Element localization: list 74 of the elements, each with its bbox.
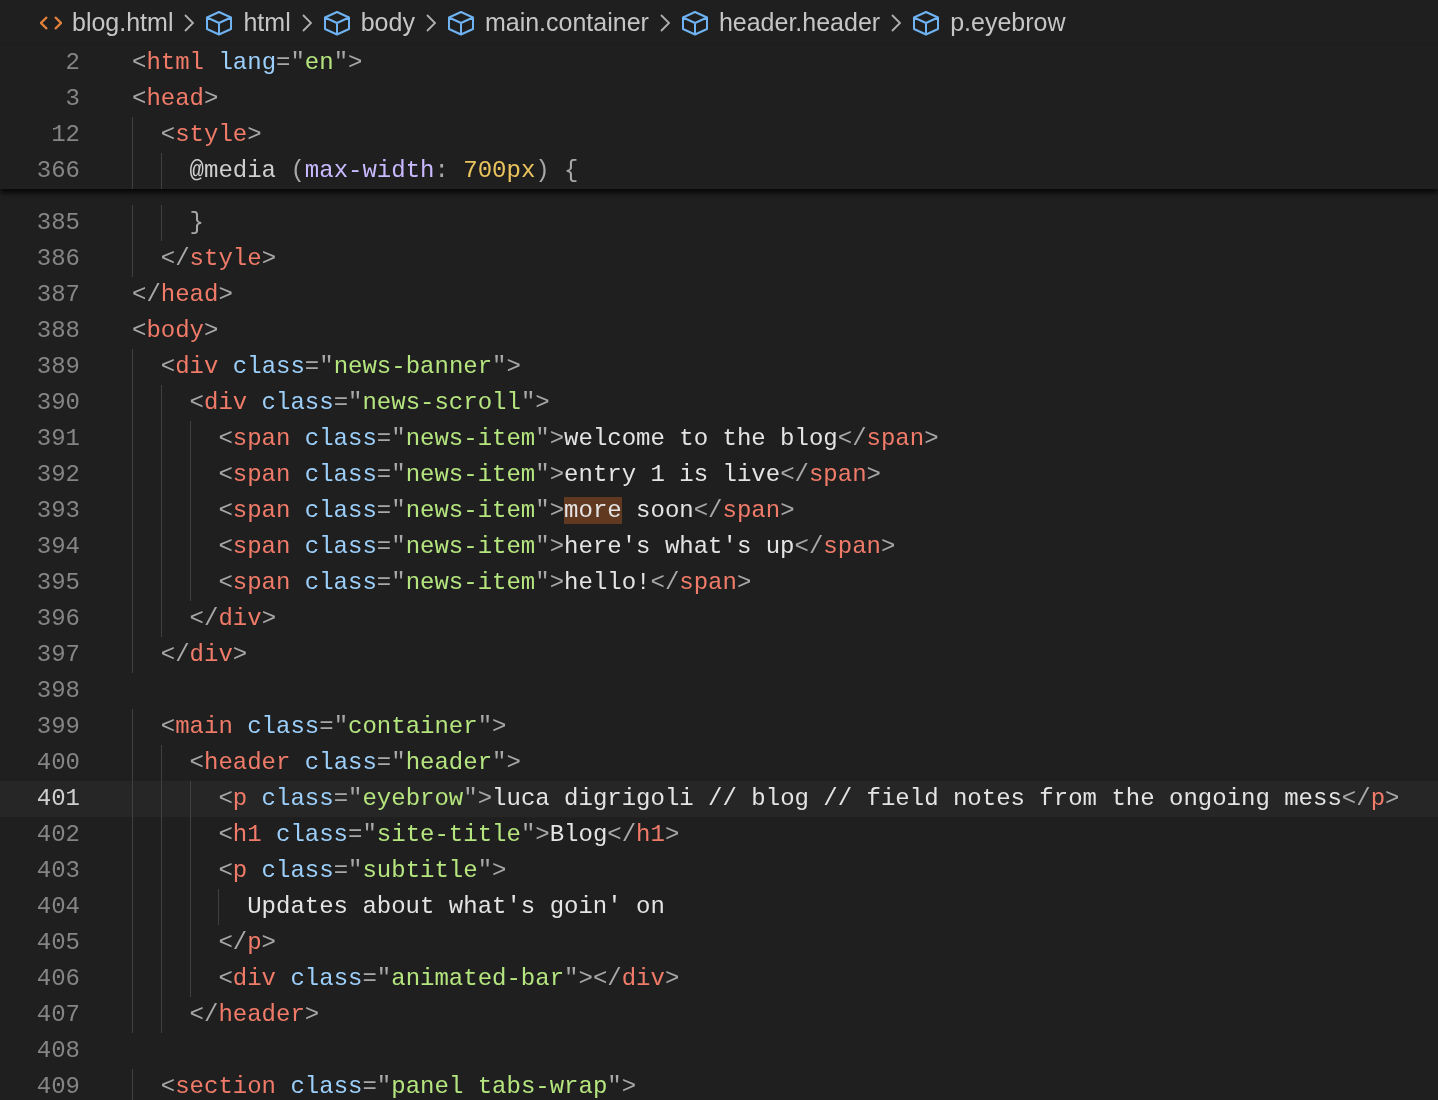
cube-icon — [322, 9, 351, 36]
line-number: 3 — [64, 84, 80, 114]
line-number: 390 — [35, 388, 80, 418]
line-number: 392 — [35, 460, 80, 490]
cube-icon — [912, 9, 941, 36]
line-number: 406 — [35, 964, 80, 994]
line-number: 387 — [35, 280, 80, 310]
line-number: 386 — [35, 244, 80, 274]
code-line: } — [189, 208, 204, 238]
code-line: <section class="panel tabs-wrap"> — [160, 1072, 637, 1100]
code-line: </style> — [160, 244, 277, 274]
code-line: <div class="news-scroll"> — [189, 388, 550, 418]
line-number: 366 — [35, 156, 80, 186]
code-line: @media (max-width: 700px) { — [189, 156, 579, 186]
code-line: <header class="header"> — [189, 748, 521, 778]
line-number: 405 — [35, 928, 80, 958]
line-number: 397 — [35, 640, 80, 670]
code-line: <span class="news-item">entry 1 is live</span> — [218, 460, 881, 490]
chevron-icon — [658, 12, 671, 33]
line-number: 400 — [35, 748, 80, 778]
code-line: <p class="subtitle"> — [218, 856, 507, 886]
line-number: 2 — [64, 48, 80, 78]
breadcrumb-item[interactable]: body — [360, 3, 415, 42]
line-number: 402 — [35, 820, 80, 850]
breadcrumb-item[interactable]: html — [243, 3, 291, 42]
code-line: <head> — [132, 84, 219, 114]
code-line: </div> — [189, 604, 277, 634]
chevron-icon — [424, 12, 437, 33]
cube-icon — [680, 9, 709, 36]
breadcrumb-item[interactable]: p.eyebrow — [950, 3, 1066, 42]
code-line: </head> — [132, 280, 233, 310]
chevron-icon — [183, 12, 196, 33]
line-number: 408 — [35, 1036, 80, 1066]
breadcrumb-item[interactable]: header.header — [718, 3, 881, 42]
code-line: <h1 class="site-title">Blog</h1> — [218, 820, 680, 850]
code-line: <body> — [132, 316, 219, 346]
line-number: 393 — [35, 496, 80, 526]
cube-icon — [205, 9, 234, 36]
code-line: </header> — [189, 1000, 320, 1030]
code-line: <main class="container"> — [160, 712, 507, 742]
chevron-icon — [300, 12, 313, 33]
line-number: 394 — [35, 532, 80, 562]
code-brackets-icon — [40, 13, 62, 32]
code-line: </div> — [160, 640, 248, 670]
search-match: more — [564, 497, 622, 524]
line-number: 401 — [35, 784, 80, 814]
code-line: <span class="news-item">hello!</span> — [218, 568, 752, 598]
line-number: 391 — [35, 424, 80, 454]
line-number: 399 — [35, 712, 80, 742]
line-number: 404 — [35, 892, 80, 922]
code-line: Updates about what's goin' on — [247, 892, 665, 922]
line-number: 403 — [35, 856, 80, 886]
code-line: <span class="news-item">here's what's up</span> — [218, 532, 896, 562]
cube-icon — [446, 9, 475, 36]
code-line: <p class="eyebrow">luca digrigoli // blog // field notes from the ongoing mess</p> — [218, 784, 1400, 814]
line-number: 409 — [35, 1072, 80, 1100]
line-number: 407 — [35, 1000, 80, 1030]
breadcrumb-item[interactable]: main.container — [484, 3, 649, 42]
chevron-icon — [890, 12, 903, 33]
code-line: <html lang="en"> — [132, 48, 363, 78]
code-line: <span class="news-item">welcome to the blog</span> — [218, 424, 939, 454]
code-line: <div class="animated-bar"></div> — [218, 964, 680, 994]
line-number: 385 — [35, 208, 80, 238]
line-number: 389 — [35, 352, 80, 382]
line-number: 388 — [35, 316, 80, 346]
line-number: 12 — [50, 120, 80, 150]
code-line: <style> — [160, 120, 262, 150]
line-number: 396 — [35, 604, 80, 634]
breadcrumb-item[interactable]: blog.html — [72, 3, 174, 42]
code-line: <div class="news-banner"> — [160, 352, 521, 382]
code-line: <span class="news-item">more soon</span> — [218, 496, 795, 526]
line-number: 395 — [35, 568, 80, 598]
code-line: </p> — [218, 928, 276, 958]
line-number: 398 — [35, 676, 80, 706]
